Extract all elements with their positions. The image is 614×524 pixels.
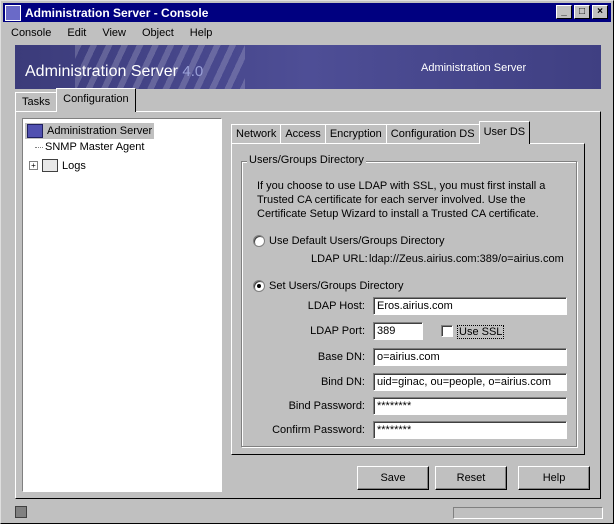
product-banner: Administration Server 4.0 Administration… <box>15 45 601 89</box>
help-button[interactable]: Help <box>518 466 590 490</box>
folder-icon <box>42 159 58 172</box>
confirm-password-input[interactable]: ******** <box>373 421 567 439</box>
tab-network[interactable]: Network <box>231 124 282 144</box>
use-ssl-label[interactable]: Use SSL <box>457 325 505 339</box>
bind-password-input[interactable]: ******** <box>373 397 567 415</box>
progress-bar <box>453 507 603 519</box>
confirm-password-label: Confirm Password: <box>272 424 365 436</box>
save-button[interactable]: Save <box>357 466 429 490</box>
reset-button[interactable]: Reset <box>435 466 507 490</box>
tree-item-label: Administration Server <box>47 125 153 137</box>
ldap-host-input[interactable]: Eros.airius.com <box>373 297 567 315</box>
tree-item-label: Logs <box>62 159 86 172</box>
status-bar <box>3 503 611 521</box>
set-directory-radio[interactable] <box>253 280 265 292</box>
tab-access[interactable]: Access <box>280 124 326 144</box>
banner-server-label: Administration Server <box>421 62 527 74</box>
minimize-button[interactable]: _ <box>556 5 572 19</box>
base-dn-label: Base DN: <box>317 351 365 363</box>
ldap-port-input[interactable]: 389 <box>373 322 423 340</box>
bind-dn-label: Bind DN: <box>320 376 365 388</box>
window-title: Administration Server - Console <box>25 5 209 20</box>
server-tree: Administration Server SNMP Master Agent … <box>22 118 222 492</box>
menu-bar: Console Edit View Object Help <box>3 23 611 43</box>
bind-dn-input[interactable]: uid=ginac, ou=people, o=airius.com <box>373 373 567 391</box>
set-directory-label[interactable]: Set Users/Groups Directory <box>269 280 403 292</box>
tab-configuration[interactable]: Configuration <box>56 88 136 112</box>
ldap-host-label: LDAP Host: <box>307 300 365 312</box>
ssl-description: If you choose to use LDAP with SSL, you … <box>257 180 546 220</box>
use-default-label[interactable]: Use Default Users/Groups Directory <box>269 235 444 247</box>
menu-object[interactable]: Object <box>134 27 182 39</box>
banner-product: Administration Server <box>25 63 178 80</box>
title-bar: Administration Server - Console _ □ × <box>3 3 611 22</box>
banner-version: 4.0 <box>182 63 204 80</box>
group-title: Users/Groups Directory <box>247 154 366 166</box>
close-button[interactable]: × <box>592 5 608 19</box>
tab-tasks[interactable]: Tasks <box>15 92 58 112</box>
tree-connector <box>35 146 43 148</box>
console-window: Administration Server - Console _ □ × Co… <box>0 0 614 524</box>
lock-icon <box>15 506 27 518</box>
menu-help[interactable]: Help <box>182 27 221 39</box>
expand-icon[interactable]: + <box>29 161 38 170</box>
tab-user-ds[interactable]: User DS <box>478 121 531 144</box>
tree-item-logs[interactable]: + Logs <box>29 159 86 172</box>
tree-item-snmp-master-agent[interactable]: SNMP Master Agent <box>35 141 144 153</box>
ldap-port-label: LDAP Port: <box>310 325 365 337</box>
tab-encryption[interactable]: Encryption <box>324 124 387 144</box>
bind-password-label: Bind Password: <box>288 400 365 412</box>
server-icon <box>27 124 43 138</box>
maximize-button[interactable]: □ <box>574 5 590 19</box>
base-dn-input[interactable]: o=airius.com <box>373 348 567 366</box>
use-ssl-checkbox[interactable] <box>441 325 453 337</box>
sub-tab-bar: Network Access Encryption Configuration … <box>231 121 531 144</box>
use-default-radio[interactable] <box>253 235 265 247</box>
tree-item-label: SNMP Master Agent <box>45 141 145 153</box>
tab-configuration-ds[interactable]: Configuration DS <box>385 124 480 144</box>
menu-view[interactable]: View <box>94 27 134 39</box>
banner-title: Administration Server 4.0 <box>25 63 203 81</box>
ldap-url-label: LDAP URL: <box>311 253 368 265</box>
menu-edit[interactable]: Edit <box>59 27 94 39</box>
top-tab-bar: Tasks Configuration <box>15 88 136 112</box>
menu-console[interactable]: Console <box>3 27 59 39</box>
ldap-url-value: ldap://Zeus.airius.com:389/o=airius.com <box>369 253 564 265</box>
app-icon <box>5 4 21 21</box>
tree-item-administration-server[interactable]: Administration Server <box>25 123 155 139</box>
